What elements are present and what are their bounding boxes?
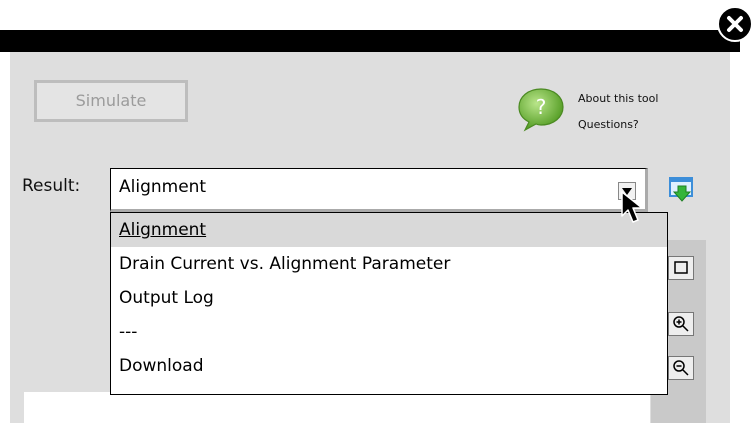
option-separator[interactable]: --- xyxy=(111,315,667,349)
svg-text:?: ? xyxy=(536,95,547,119)
maximize-icon[interactable] xyxy=(668,256,694,280)
result-area xyxy=(24,392,650,423)
window-titlebar xyxy=(0,30,740,52)
zoom-in-icon[interactable] xyxy=(668,312,694,336)
option-drain-current[interactable]: Drain Current vs. Alignment Parameter xyxy=(111,247,667,281)
simulate-button[interactable]: Simulate xyxy=(34,80,188,122)
download-icon[interactable] xyxy=(668,176,696,208)
option-output-log[interactable]: Output Log xyxy=(111,281,667,315)
zoom-out-icon[interactable] xyxy=(668,356,694,380)
close-icon[interactable] xyxy=(717,6,753,42)
help-links[interactable]: About this tool Questions? xyxy=(578,86,658,138)
questions-link[interactable]: Questions? xyxy=(578,112,658,138)
option-download[interactable]: Download xyxy=(111,349,667,383)
result-dropdown-list[interactable]: Alignment Drain Current vs. Alignment Pa… xyxy=(110,212,668,395)
help-question-icon[interactable]: ? xyxy=(514,86,568,136)
mouse-cursor-icon xyxy=(620,190,656,234)
option-alignment[interactable]: Alignment xyxy=(111,213,667,247)
result-select[interactable]: Alignment xyxy=(110,168,648,212)
result-select-value: Alignment xyxy=(119,177,207,197)
result-label: Result: xyxy=(22,176,81,196)
about-tool-link[interactable]: About this tool xyxy=(578,86,658,112)
